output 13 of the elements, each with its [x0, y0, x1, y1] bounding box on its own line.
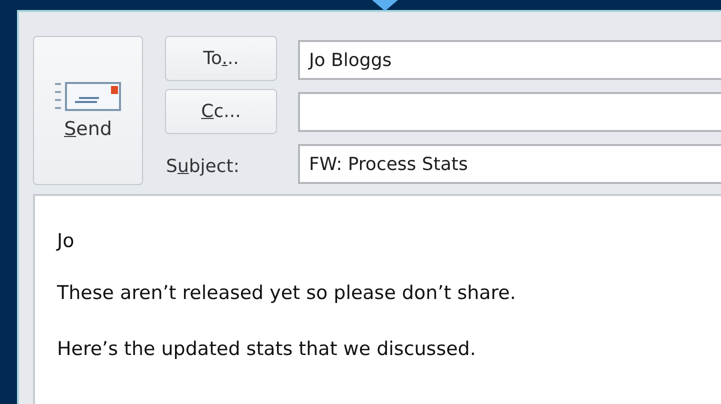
subject-label: Subject: — [165, 156, 240, 177]
cc-button[interactable]: Cc... — [165, 89, 277, 134]
body-paragraph: Jo — [57, 230, 74, 252]
message-body[interactable]: Jo These aren’t released yet so please don’t share. Here’s the updated stats that we discussed. — [33, 194, 721, 404]
to-button[interactable]: To... — [165, 36, 277, 81]
envelope-icon — [55, 82, 121, 112]
subject-field[interactable]: FW: Process Stats — [298, 144, 721, 184]
to-field[interactable]: Jo Bloggs — [298, 40, 721, 80]
body-paragraph: Here’s the updated stats that we discussed. — [57, 338, 476, 360]
body-paragraph: These aren’t released yet so please don’t share. — [57, 282, 516, 304]
pointer-icon — [370, 0, 400, 12]
send-button[interactable]: Send — [33, 36, 143, 185]
cc-field[interactable] — [298, 92, 721, 132]
